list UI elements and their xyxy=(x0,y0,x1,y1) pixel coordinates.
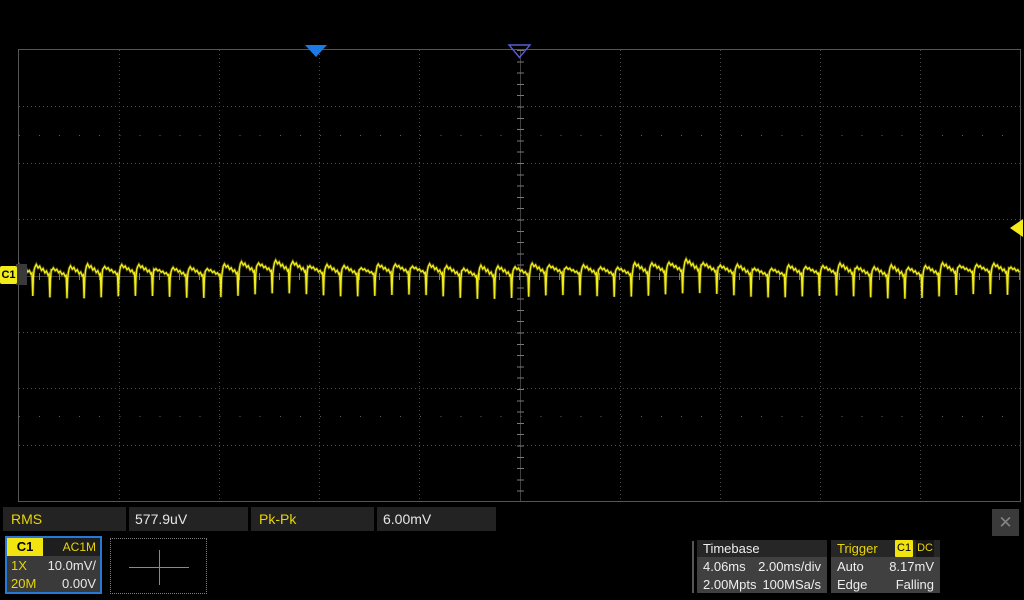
waveform-grid[interactable] xyxy=(18,49,1021,502)
channel1-descriptor-header: C1 AC1M xyxy=(7,538,100,556)
channel1-descriptor-box[interactable]: C1 AC1M 1X 10.0mV/ 20M 0.00V xyxy=(5,536,102,594)
channel1-offset-value: 0.00V xyxy=(62,575,96,591)
channel1-offset-row: 20M 0.00V xyxy=(7,574,100,592)
grid-line xyxy=(19,134,1020,136)
measurement-1-value[interactable]: 577.9uV xyxy=(129,507,248,531)
add-channel-placeholder[interactable] xyxy=(110,538,207,594)
measurement-2-value[interactable]: 6.00mV xyxy=(377,507,496,531)
trigger-slope: Falling xyxy=(895,576,934,592)
bottom-bar-divider xyxy=(692,541,694,593)
timebase-sample-rate: 100MSa/s xyxy=(762,576,821,592)
timebase-scale: 2.00ms/div xyxy=(758,558,821,574)
close-measurements-button[interactable]: ✕ xyxy=(992,509,1019,536)
channel1-name-badge: C1 xyxy=(7,538,43,556)
trigger-source-coupling: C1 DC xyxy=(895,540,934,557)
grid-line xyxy=(19,272,1020,280)
trigger-source-badge: C1 xyxy=(895,540,914,557)
channel1-offset-marker[interactable]: C1 xyxy=(0,266,17,284)
measurement-bar: RMS 577.9uV Pk-Pk 6.00mV xyxy=(3,507,499,531)
timebase-descriptor-box[interactable]: Timebase 4.06ms 2.00ms/div 2.00Mpts 100M… xyxy=(697,540,827,593)
trigger-header: Trigger C1 DC xyxy=(831,540,940,557)
measurement-2-label[interactable]: Pk-Pk xyxy=(251,507,374,531)
grid-line xyxy=(19,416,1020,418)
channel1-probe: 1X xyxy=(11,557,27,573)
trigger-title: Trigger xyxy=(837,541,878,556)
trigger-row-1: Auto 8.17mV xyxy=(831,557,940,575)
timebase-memory: 2.00Mpts xyxy=(703,576,757,592)
trigger-row-2: Edge Falling xyxy=(831,575,940,593)
trigger-level: 8.17mV xyxy=(889,558,934,574)
timebase-row-2: 2.00Mpts 100MSa/s xyxy=(697,575,827,593)
timebase-body: 4.06ms 2.00ms/div 2.00Mpts 100MSa/s xyxy=(697,557,827,593)
trigger-type: Edge xyxy=(837,576,868,592)
measurement-1-label[interactable]: RMS xyxy=(3,507,126,531)
channel1-offset-marker-back xyxy=(16,264,27,285)
trigger-level-arrow-icon[interactable] xyxy=(1010,219,1023,237)
channel1-bandwidth: 20M xyxy=(11,575,37,591)
trigger-delay-zero-marker-icon[interactable] xyxy=(507,44,533,60)
channel1-volts-per-div: 10.0mV/ xyxy=(47,557,96,573)
timebase-header: Timebase xyxy=(697,540,827,557)
trigger-descriptor-box[interactable]: Trigger C1 DC Auto 8.17mV Edge Falling xyxy=(831,540,940,593)
plus-icon xyxy=(159,550,160,585)
channel1-scale-row: 1X 10.0mV/ xyxy=(7,556,100,574)
timebase-delay: 4.06ms xyxy=(703,558,746,574)
timebase-row-1: 4.06ms 2.00ms/div xyxy=(697,557,827,575)
trigger-position-marker-icon[interactable] xyxy=(305,45,327,57)
timebase-title: Timebase xyxy=(703,541,760,556)
channel1-coupling: AC1M xyxy=(43,538,100,556)
oscilloscope-screen: C1 RMS 577.9uV Pk-Pk 6.00mV ✕ C1 AC1M 1X… xyxy=(0,0,1024,600)
trigger-mode: Auto xyxy=(837,558,864,574)
trigger-body: Auto 8.17mV Edge Falling xyxy=(831,557,940,593)
trigger-coupling: DC xyxy=(916,540,934,557)
